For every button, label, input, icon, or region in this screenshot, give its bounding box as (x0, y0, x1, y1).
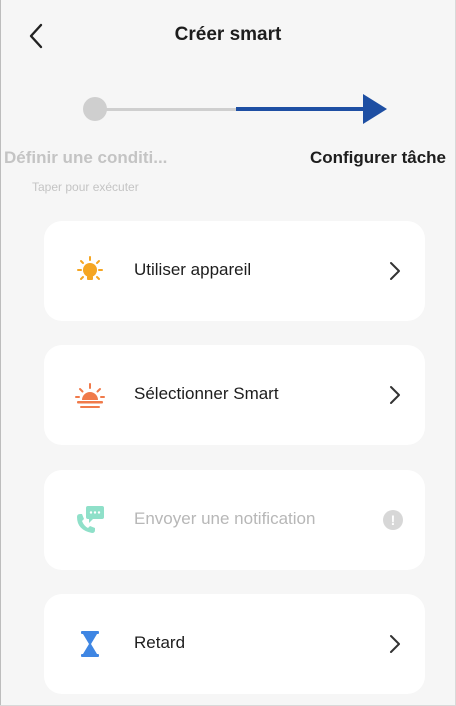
chevron-right-icon (390, 386, 400, 404)
sunset-icon (75, 383, 105, 408)
action-send-notification[interactable]: Envoyer une notification ! (44, 470, 425, 570)
step2-label: Configurer tâche (309, 148, 446, 167)
action-label: Envoyer une notification (134, 509, 316, 528)
step1-sublabel: Taper pour exécuter (32, 180, 139, 194)
phone-message-icon (77, 506, 104, 533)
stepper-dot-icon (83, 97, 107, 121)
page-title: Créer smart (174, 24, 282, 45)
stepper-line-active (236, 107, 366, 111)
action-delay[interactable]: Retard (44, 594, 425, 694)
action-label: Retard (134, 633, 186, 652)
stepper-arrow-icon (363, 94, 387, 124)
chevron-right-icon (390, 262, 400, 280)
info-icon[interactable]: ! (383, 510, 403, 530)
chevron-right-icon (390, 635, 400, 653)
action-label: Utiliser appareil (134, 260, 252, 279)
light-bulb-icon (77, 256, 103, 280)
action-label: Sélectionner Smart (134, 384, 279, 403)
stepper: Définir une conditi... Taper pour exécut… (0, 90, 456, 200)
action-use-device[interactable]: Utiliser appareil (44, 221, 425, 321)
hourglass-icon (81, 631, 99, 657)
header: Créer smart (0, 0, 456, 72)
action-select-smart[interactable]: Sélectionner Smart (44, 345, 425, 445)
stepper-line-completed (96, 108, 236, 111)
step1-label[interactable]: Définir une conditi... (4, 148, 167, 168)
